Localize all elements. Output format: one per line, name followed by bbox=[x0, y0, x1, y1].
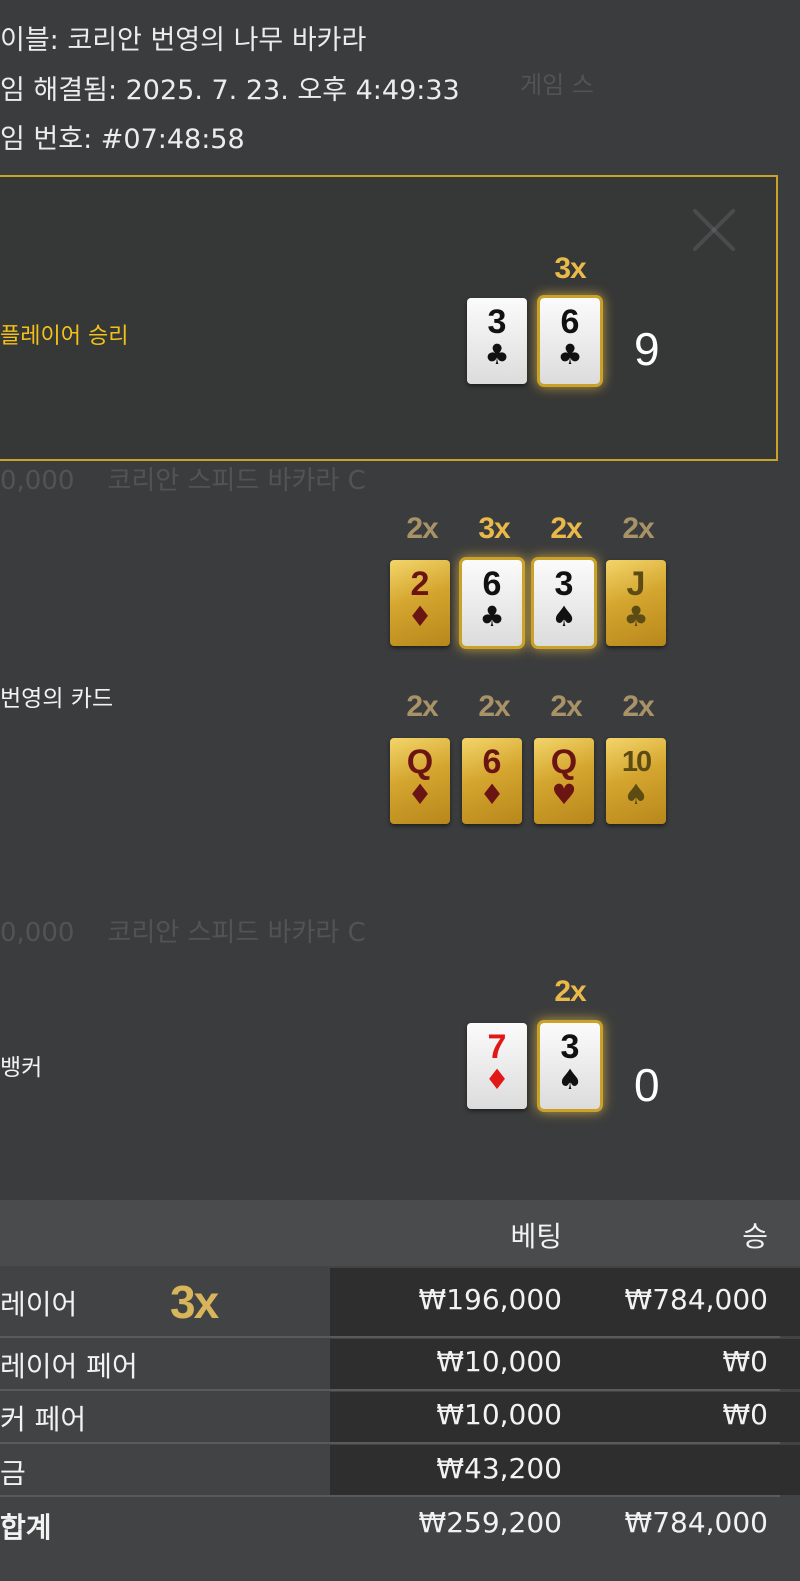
prosperity-card: J ♣ bbox=[606, 560, 666, 646]
row-divider bbox=[0, 1442, 780, 1444]
player-card-2: 6 ♣ bbox=[540, 298, 600, 384]
banker-score: 0 bbox=[634, 1059, 660, 1111]
prosperity-card: 2 ♦ bbox=[390, 560, 450, 646]
prosperity-card: 6 ♣ bbox=[462, 560, 522, 646]
prosperity-multiplier: 2x bbox=[406, 512, 438, 545]
prosperity-multiplier: 2x bbox=[622, 690, 654, 723]
game-number: 임 번호: #07:48:58 bbox=[0, 124, 245, 155]
row-divider bbox=[0, 1495, 780, 1497]
banker-card-1: 7 ♦ bbox=[467, 1023, 527, 1109]
table-name: 이블: 코리안 번영의 나무 바카라 bbox=[0, 25, 367, 56]
background-ghost-text: 게임 스 bbox=[520, 71, 594, 99]
prosperity-card: 6 ♦ bbox=[462, 738, 522, 824]
prosperity-multiplier: 2x bbox=[478, 690, 510, 723]
row-background bbox=[330, 1445, 800, 1495]
outcome-label: 플레이어 승리 bbox=[0, 324, 129, 349]
prosperity-cards-label: 번영의 카드 bbox=[0, 686, 114, 712]
banker-card-multiplier: 2x bbox=[554, 975, 586, 1008]
table-header bbox=[0, 1200, 800, 1266]
background-ghost-text: 0,000 코리안 스피드 바카라 C bbox=[0, 466, 366, 496]
win-column-header: 승 bbox=[742, 1220, 768, 1253]
banker-card-2: 3 ♠ bbox=[540, 1023, 600, 1109]
game-resolved-time: 임 해결됨: 2025. 7. 23. 오후 4:49:33 bbox=[0, 75, 460, 106]
bets-table: 베팅 승 레이어 3x ₩196,000 ₩784,000 레이어 페어 ₩10… bbox=[0, 1200, 800, 1581]
banker-label: 뱅커 bbox=[0, 1055, 43, 1081]
prosperity-card: Q ♥ bbox=[534, 738, 594, 824]
background-ghost-text: 0,000 코리안 스피드 바카라 C bbox=[0, 918, 366, 948]
row-divider bbox=[0, 1389, 780, 1391]
player-score: 9 bbox=[634, 323, 660, 375]
prosperity-multiplier: 2x bbox=[550, 690, 582, 723]
prosperity-card: Q ♦ bbox=[390, 738, 450, 824]
player-card-multiplier: 3x bbox=[554, 252, 586, 285]
prosperity-card: 3 ♠ bbox=[534, 560, 594, 646]
row-divider bbox=[0, 1336, 780, 1338]
bet-column-header: 베팅 bbox=[510, 1220, 562, 1253]
prosperity-multiplier: 3x bbox=[478, 512, 510, 545]
prosperity-multiplier: 2x bbox=[550, 512, 582, 545]
multiplier-badge: 3x bbox=[170, 1276, 219, 1328]
player-card-1: 3 ♣ bbox=[467, 298, 527, 384]
prosperity-card: 10 ♠ bbox=[606, 738, 666, 824]
prosperity-multiplier: 2x bbox=[406, 690, 438, 723]
prosperity-multiplier: 2x bbox=[622, 512, 654, 545]
